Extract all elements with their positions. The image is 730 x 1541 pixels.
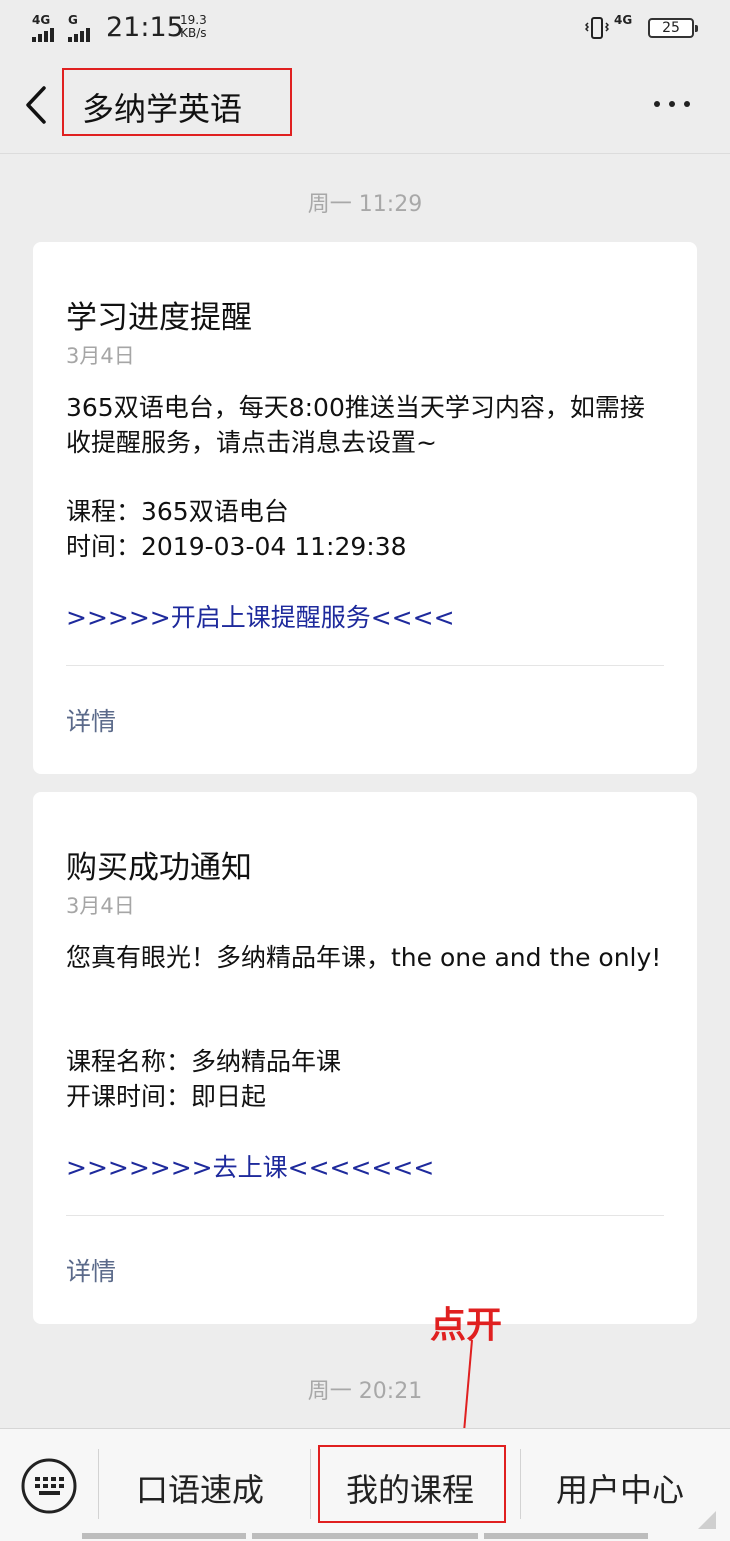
signal-strength-icon: 4G xyxy=(32,14,54,42)
gesture-bar xyxy=(252,1533,478,1539)
card-date: 3月4日 xyxy=(66,344,135,368)
card-date: 3月4日 xyxy=(66,894,135,918)
gesture-bar xyxy=(82,1533,246,1539)
bottom-menu: 口语速成 我的课程 用户中心 xyxy=(0,1428,730,1541)
card-course-line: 课程名称：多纳精品年课 xyxy=(66,1047,342,1076)
reminder-service-link[interactable]: >>>>>开启上课提醒服务<<<< xyxy=(66,598,455,634)
vibrate-icon xyxy=(585,17,609,39)
message-timestamp: 周一 20:21 xyxy=(307,1379,423,1404)
menu-item-speaking[interactable]: 口语速成 xyxy=(136,1465,264,1511)
signal-label: G xyxy=(68,13,78,27)
network-type: 4G xyxy=(614,13,633,27)
divider xyxy=(310,1449,311,1519)
nav-bar: 多纳学英语 xyxy=(0,56,730,154)
gesture-bar xyxy=(484,1533,648,1539)
message-timestamp: 周一 11:29 xyxy=(307,192,423,217)
network-speed: 19.3 KB/s xyxy=(180,14,207,40)
go-to-class-link[interactable]: >>>>>>>去上课<<<<<<< xyxy=(66,1148,434,1184)
divider xyxy=(520,1449,521,1519)
title-highlight-box: 多纳学英语 xyxy=(62,68,292,136)
menu-item-my-courses[interactable]: 我的课程 xyxy=(346,1465,474,1511)
screen: 4G G 21:15 19.3 KB/s 4G 25 多纳学英语 周一 11:2… xyxy=(0,0,730,1541)
card-body: 您真有眼光！多纳精品年课，the one and the only! xyxy=(66,943,662,972)
chevron-left-icon[interactable] xyxy=(22,84,52,126)
battery-level: 25 xyxy=(662,20,680,36)
menu-item-user-center[interactable]: 用户中心 xyxy=(556,1465,684,1511)
card-body: 365双语电台，每天8:00推送当天学习内容，如需接收提醒服务，请点击消息去设置… xyxy=(66,393,645,457)
status-bar: 4G G 21:15 19.3 KB/s 4G 25 xyxy=(0,0,730,56)
battery-icon: 25 xyxy=(648,18,698,38)
corner-indicator-icon xyxy=(698,1511,716,1529)
card-divider xyxy=(66,1215,664,1216)
clock: 21:15 xyxy=(106,12,184,43)
speed-unit: KB/s xyxy=(180,26,207,40)
signal-strength-icon: G xyxy=(68,14,90,42)
card-start-line: 开课时间：即日起 xyxy=(66,1082,267,1111)
page-title: 多纳学英语 xyxy=(82,90,243,128)
details-link[interactable]: 详情 xyxy=(66,1252,116,1288)
template-message-card[interactable]: 学习进度提醒 3月4日 365双语电台，每天8:00推送当天学习内容，如需接收提… xyxy=(33,242,697,774)
keyboard-icon[interactable] xyxy=(20,1457,78,1515)
template-message-card[interactable]: 购买成功通知 3月4日 您真有眼光！多纳精品年课，the one and the… xyxy=(33,792,697,1324)
signal-label: 4G xyxy=(32,13,51,27)
details-link[interactable]: 详情 xyxy=(66,702,116,738)
card-title: 购买成功通知 xyxy=(66,850,252,886)
card-divider xyxy=(66,665,664,666)
card-title: 学习进度提醒 xyxy=(66,300,252,336)
card-time-line: 时间：2019-03-04 11:29:38 xyxy=(66,532,407,561)
divider xyxy=(98,1449,99,1519)
card-course-line: 课程：365双语电台 xyxy=(66,497,289,526)
more-dots-icon[interactable] xyxy=(650,94,694,114)
